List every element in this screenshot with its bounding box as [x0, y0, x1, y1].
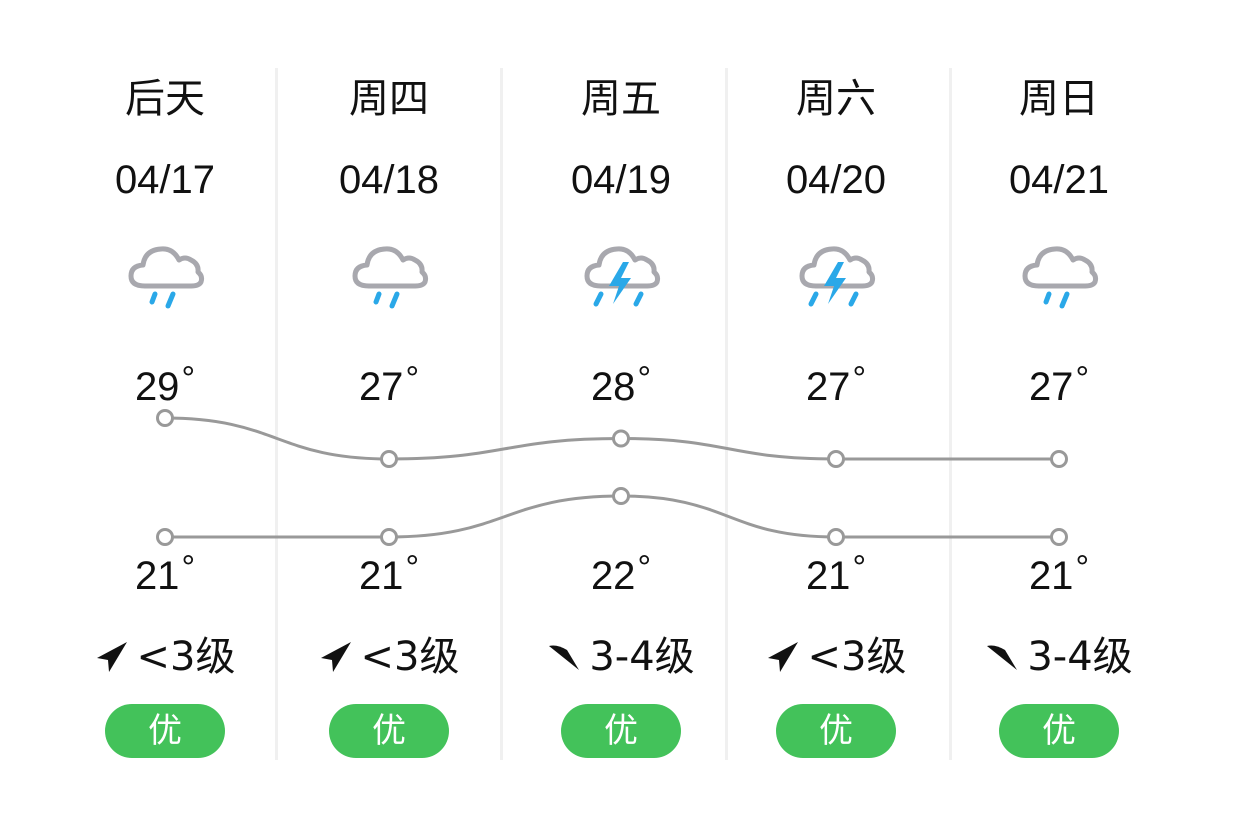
wind-direction-northeast-icon [766, 636, 800, 672]
date-label: 04/17 [114, 158, 216, 202]
wind-level: <3级 [136, 634, 236, 680]
high-temp-value: 29 [134, 365, 180, 409]
high-temp-value: 27 [1028, 365, 1074, 409]
high-temp: 27° [726, 360, 946, 414]
high-temp: 27° [279, 360, 499, 414]
low-temp: 21° [726, 549, 946, 603]
low-temp-value: 21 [1028, 554, 1074, 598]
day-column[interactable]: 后天 04/17 29° 21° <3级 优 [55, 0, 275, 828]
wind-direction-northeast-icon [95, 636, 129, 672]
high-temp: 29° [55, 360, 275, 414]
degree-symbol: ° [852, 549, 867, 587]
date-label: 04/20 [785, 158, 887, 202]
day-label: 周日 [1019, 76, 1099, 122]
degree-symbol: ° [405, 549, 420, 587]
wind-level: <3级 [360, 634, 460, 680]
wind-level: <3级 [807, 634, 907, 680]
high-temp-value: 28 [590, 365, 636, 409]
day-label: 周四 [349, 76, 429, 122]
low-temp-value: 22 [590, 554, 636, 598]
wind-level: 3-4级 [1027, 634, 1133, 680]
low-temp: 21° [949, 549, 1169, 603]
low-temp-value: 21 [805, 554, 851, 598]
degree-symbol: ° [181, 360, 196, 398]
degree-symbol: ° [637, 549, 652, 587]
degree-symbol: ° [1075, 549, 1090, 587]
wind-info: <3级 [726, 632, 946, 682]
high-temp-value: 27 [358, 365, 404, 409]
aqi-badge: 优 [105, 704, 225, 758]
aqi-badge: 优 [329, 704, 449, 758]
degree-symbol: ° [405, 360, 420, 398]
wind-info: <3级 [279, 632, 499, 682]
date-label: 04/21 [1008, 158, 1110, 202]
day-column[interactable]: 周日 04/21 27° 21° 3-4级 优 [949, 0, 1169, 828]
rain-cloud-icon [347, 236, 431, 316]
wind-direction-northeast-icon [319, 636, 353, 672]
rain-cloud-icon [1017, 236, 1101, 316]
aqi-badge: 优 [776, 704, 896, 758]
thunderstorm-icon [579, 236, 663, 316]
low-temp: 21° [55, 549, 275, 603]
low-temp-value: 21 [134, 554, 180, 598]
low-temp: 21° [279, 549, 499, 603]
column-divider [500, 68, 503, 760]
high-temp: 27° [949, 360, 1169, 414]
date-label: 04/19 [570, 158, 672, 202]
degree-symbol: ° [637, 360, 652, 398]
high-temp-value: 27 [805, 365, 851, 409]
low-temp-value: 21 [358, 554, 404, 598]
wind-direction-southeast-icon [547, 636, 581, 670]
high-temp: 28° [511, 360, 731, 414]
day-column[interactable]: 周四 04/18 27° 21° <3级 优 [279, 0, 499, 828]
wind-info: <3级 [55, 632, 275, 682]
day-column[interactable]: 周六 04/20 27° 21° <3级 优 [726, 0, 946, 828]
aqi-badge: 优 [561, 704, 681, 758]
wind-info: 3-4级 [949, 632, 1169, 682]
thunderstorm-icon [794, 236, 878, 316]
day-label: 周五 [581, 76, 661, 122]
degree-symbol: ° [852, 360, 867, 398]
degree-symbol: ° [1075, 360, 1090, 398]
low-temp: 22° [511, 549, 731, 603]
day-column[interactable]: 周五 04/19 28° 22° 3-4级 优 [511, 0, 731, 828]
column-divider [275, 68, 278, 760]
day-label: 后天 [125, 76, 205, 122]
wind-level: 3-4级 [589, 634, 695, 680]
rain-cloud-icon [123, 236, 207, 316]
day-label: 周六 [796, 76, 876, 122]
wind-info: 3-4级 [511, 632, 731, 682]
degree-symbol: ° [181, 549, 196, 587]
wind-direction-southeast-icon [985, 636, 1019, 670]
aqi-badge: 优 [999, 704, 1119, 758]
date-label: 04/18 [338, 158, 440, 202]
